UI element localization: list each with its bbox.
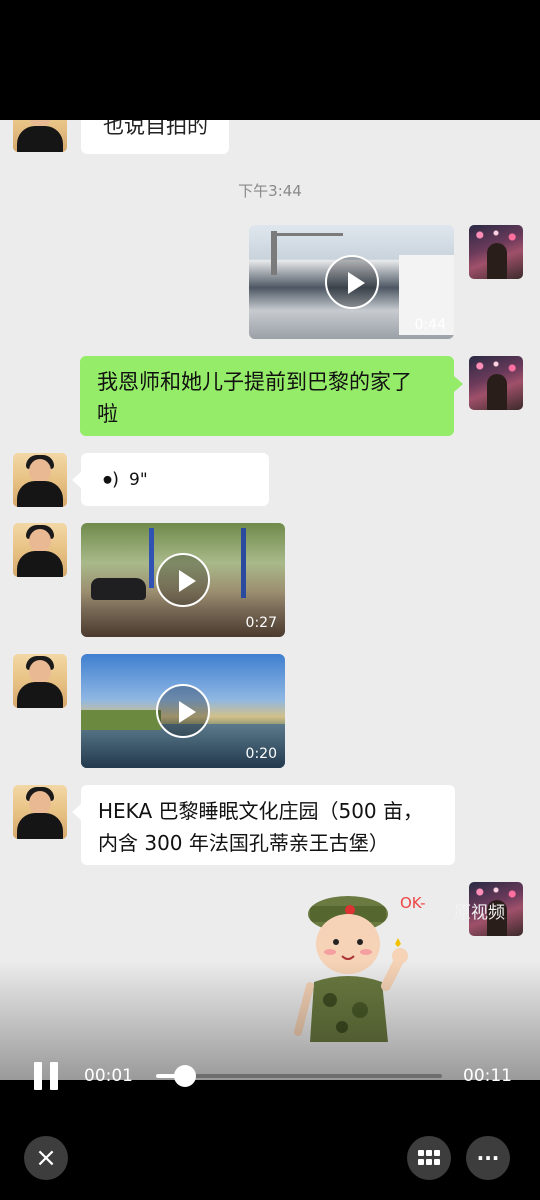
video-message-3[interactable]: 0:20 <box>81 654 285 768</box>
bubble-tail <box>72 804 81 820</box>
sticker-caption: OK- <box>400 894 426 912</box>
video-message-1[interactable]: 0:44 <box>249 225 454 339</box>
contact-avatar <box>13 453 67 507</box>
grid-button[interactable] <box>407 1136 451 1180</box>
bubble-tail <box>454 376 463 392</box>
video-duration: 0:27 <box>245 615 277 631</box>
voice-duration: 9" <box>129 469 148 490</box>
partial-message-bubble: 也说自拍的 <box>81 120 229 154</box>
chat-screenshot-video-frame: 也说自拍的 下午3:44 0:44 我恩师和她儿子提前到巴黎的家了 啦 ⦁) 9… <box>0 120 540 1080</box>
video-player-screen: 也说自拍的 下午3:44 0:44 我恩师和她儿子提前到巴黎的家了 啦 ⦁) 9… <box>0 0 540 1200</box>
total-time: 00:11 <box>463 1066 512 1086</box>
video-duration: 0:44 <box>414 317 446 333</box>
message-text-line: 内含 300 年法国孔蒂亲王古堡） <box>98 831 389 855</box>
message-text-line: HEKA 巴黎睡眠文化庄园（500 亩， <box>98 799 424 823</box>
contact-avatar <box>13 785 67 839</box>
pause-icon[interactable] <box>34 1062 58 1090</box>
voice-message[interactable]: ⦁) 9" <box>81 453 269 506</box>
message-text-line: 我恩师和她儿子提前到巴黎的家了 <box>97 370 412 394</box>
play-icon[interactable] <box>325 255 379 309</box>
message-text-line: 啦 <box>97 402 118 426</box>
current-time: 00:01 <box>84 1066 133 1086</box>
progress-handle[interactable] <box>173 1065 196 1087</box>
close-button[interactable]: × <box>24 1136 68 1180</box>
received-text-message[interactable]: HEKA 巴黎睡眠文化庄园（500 亩， 内含 300 年法国孔蒂亲王古堡） <box>81 785 455 865</box>
play-icon[interactable] <box>156 684 210 738</box>
original-video-button[interactable]: 原视频 <box>454 898 505 923</box>
partial-message-text: 也说自拍的 <box>103 120 208 138</box>
own-avatar <box>469 356 523 410</box>
own-avatar <box>469 225 523 279</box>
more-icon: ··· <box>476 1146 500 1170</box>
chat-timestamp: 下午3:44 <box>238 182 302 200</box>
playback-controls: 00:01 00:11 <box>0 1052 540 1100</box>
contact-avatar <box>13 654 67 708</box>
more-button[interactable]: ··· <box>466 1136 510 1180</box>
close-icon: × <box>35 1143 57 1173</box>
bubble-tail <box>72 472 81 488</box>
grid-icon <box>418 1150 440 1165</box>
play-icon[interactable] <box>156 553 210 607</box>
voice-wave-icon: ⦁) <box>103 468 120 490</box>
contact-avatar <box>13 120 67 152</box>
contact-avatar <box>13 523 67 577</box>
progress-slider[interactable] <box>156 1065 442 1087</box>
sent-text-message[interactable]: 我恩师和她儿子提前到巴黎的家了 啦 <box>80 356 454 436</box>
video-duration: 0:20 <box>245 746 277 762</box>
video-message-2[interactable]: 0:27 <box>81 523 285 637</box>
